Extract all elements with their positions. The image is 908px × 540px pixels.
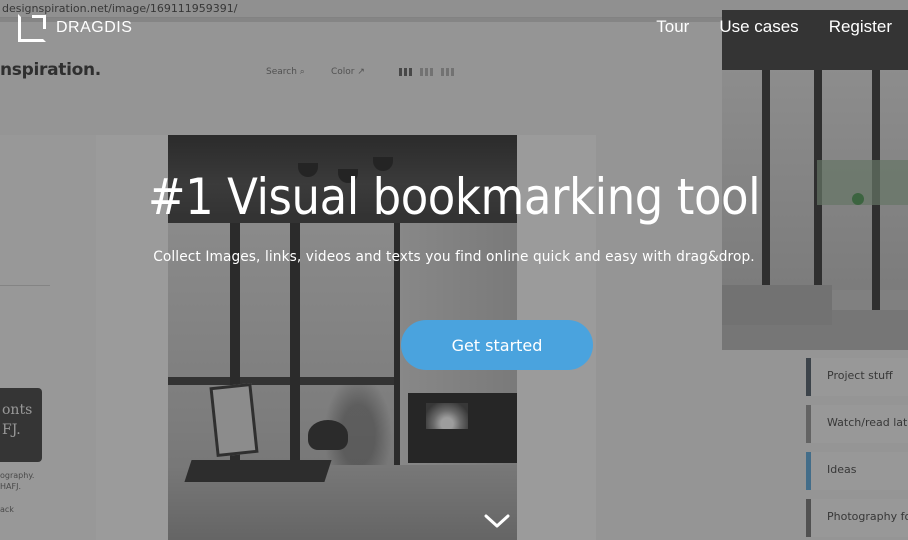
- hero-subtitle: Collect Images, links, videos and texts …: [153, 249, 755, 265]
- nav-use-cases-link[interactable]: Use cases: [719, 17, 798, 37]
- dragdis-logo-icon: [16, 12, 48, 44]
- main-nav: Tour Use cases Register: [656, 17, 892, 37]
- top-navigation: DRAGDIS Tour Use cases Register: [0, 0, 908, 56]
- logo[interactable]: DRAGDIS: [16, 12, 132, 44]
- scroll-down-button[interactable]: [483, 510, 511, 532]
- logo-text: DRAGDIS: [56, 19, 133, 36]
- dim-overlay: [0, 0, 908, 540]
- get-started-button[interactable]: Get started: [401, 320, 593, 370]
- nav-tour-link[interactable]: Tour: [656, 17, 689, 37]
- nav-register-link[interactable]: Register: [829, 17, 892, 37]
- hero-title: #1 Visual bookmarking tool: [147, 168, 761, 226]
- chevron-down-icon: [484, 514, 510, 528]
